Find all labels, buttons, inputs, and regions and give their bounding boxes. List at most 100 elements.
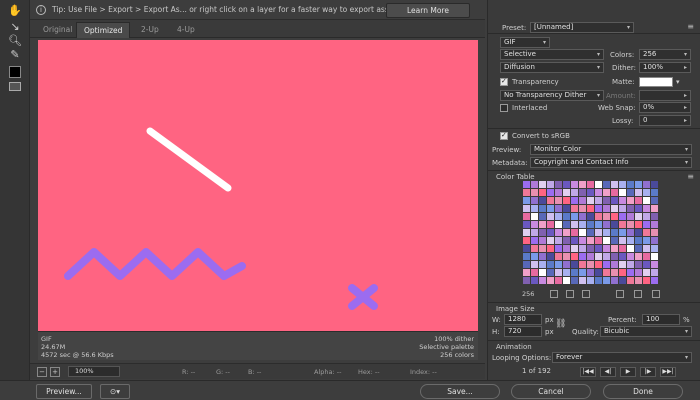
color-swatch[interactable]	[538, 268, 546, 276]
color-swatch[interactable]	[602, 260, 610, 268]
color-swatch[interactable]	[522, 228, 530, 236]
color-swatch[interactable]	[522, 268, 530, 276]
color-swatch[interactable]	[522, 212, 530, 220]
previous-frame-button[interactable]: ◀|	[600, 367, 616, 377]
color-swatch[interactable]	[594, 244, 602, 252]
color-swatch[interactable]	[578, 268, 586, 276]
eyedropper-color-swatch[interactable]	[9, 66, 21, 78]
color-swatch[interactable]	[602, 220, 610, 228]
zoom-level-select[interactable]: 100%	[68, 366, 120, 377]
color-swatch[interactable]	[602, 244, 610, 252]
color-swatch[interactable]	[602, 180, 610, 188]
color-swatch[interactable]	[650, 260, 658, 268]
color-swatch[interactable]	[634, 196, 642, 204]
height-input[interactable]: 720	[504, 326, 542, 337]
color-swatch[interactable]	[530, 252, 538, 260]
color-swatch[interactable]	[602, 212, 610, 220]
interlaced-checkbox[interactable]	[500, 104, 508, 112]
color-swatch[interactable]	[586, 204, 594, 212]
color-swatch[interactable]	[546, 180, 554, 188]
amount-field[interactable]: ▸	[639, 90, 691, 101]
color-swatch[interactable]	[594, 260, 602, 268]
color-swatch[interactable]	[642, 276, 650, 284]
color-swatch[interactable]	[650, 244, 658, 252]
color-swatch[interactable]	[570, 204, 578, 212]
color-swatch[interactable]	[594, 196, 602, 204]
tab-2-up[interactable]: 2-Up	[134, 22, 166, 38]
color-swatch[interactable]	[562, 276, 570, 284]
dither-amount-field[interactable]: 100% ▸	[639, 62, 691, 73]
color-swatch[interactable]	[650, 220, 658, 228]
color-swatch[interactable]	[642, 252, 650, 260]
color-swatch[interactable]	[618, 252, 626, 260]
color-swatch[interactable]	[570, 268, 578, 276]
color-swatch[interactable]	[634, 268, 642, 276]
color-swatch[interactable]	[650, 196, 658, 204]
color-table-grid[interactable]	[522, 180, 660, 284]
color-swatch[interactable]	[530, 236, 538, 244]
color-swatch[interactable]	[522, 252, 530, 260]
image-preview[interactable]	[38, 40, 478, 331]
color-swatch[interactable]	[634, 276, 642, 284]
trash-icon[interactable]	[652, 290, 660, 298]
done-button[interactable]: Done	[603, 384, 683, 399]
color-swatch[interactable]	[538, 180, 546, 188]
slice-select-tool-icon[interactable]: ↘	[7, 20, 23, 34]
color-swatch[interactable]	[546, 268, 554, 276]
color-swatch[interactable]	[626, 220, 634, 228]
color-swatch[interactable]	[634, 260, 642, 268]
percent-input[interactable]: 100	[642, 314, 680, 325]
color-swatch[interactable]	[586, 180, 594, 188]
color-swatch[interactable]	[562, 188, 570, 196]
color-swatch[interactable]	[618, 236, 626, 244]
color-swatch[interactable]	[650, 236, 658, 244]
color-swatch[interactable]	[610, 236, 618, 244]
color-swatch[interactable]	[578, 228, 586, 236]
color-swatch[interactable]	[562, 268, 570, 276]
tab-4-up[interactable]: 4-Up	[170, 22, 202, 38]
color-swatch[interactable]	[554, 236, 562, 244]
color-swatch[interactable]	[570, 228, 578, 236]
color-swatch[interactable]	[578, 188, 586, 196]
zoom-out-button[interactable]: −	[37, 367, 47, 377]
color-swatch[interactable]	[522, 276, 530, 284]
color-swatch[interactable]	[634, 252, 642, 260]
color-swatch[interactable]	[554, 212, 562, 220]
last-frame-button[interactable]: ▶▶|	[660, 367, 676, 377]
color-table-menu-icon[interactable]: ≡	[687, 172, 694, 181]
color-swatch[interactable]	[546, 196, 554, 204]
color-swatch[interactable]	[586, 228, 594, 236]
color-swatch[interactable]	[530, 212, 538, 220]
color-swatch[interactable]	[618, 276, 626, 284]
color-swatch[interactable]	[530, 196, 538, 204]
delete-color-icon[interactable]	[634, 290, 642, 298]
color-swatch[interactable]	[586, 244, 594, 252]
transparency-checkbox[interactable]	[500, 77, 508, 86]
quality-dropdown[interactable]: Bicubic ▾	[600, 326, 692, 337]
color-swatch[interactable]	[610, 260, 618, 268]
color-swatch[interactable]	[634, 236, 642, 244]
learn-more-button[interactable]: Learn More	[386, 3, 470, 18]
color-swatch[interactable]	[578, 252, 586, 260]
color-swatch[interactable]	[562, 236, 570, 244]
color-swatch[interactable]	[538, 188, 546, 196]
zoom-in-button[interactable]: +	[50, 367, 60, 377]
convert-srgb-checkbox[interactable]	[500, 131, 508, 140]
color-swatch[interactable]	[618, 244, 626, 252]
color-swatch[interactable]	[554, 196, 562, 204]
color-swatch[interactable]	[634, 228, 642, 236]
color-swatch[interactable]	[538, 252, 546, 260]
matte-color-swatch[interactable]	[639, 77, 673, 87]
color-swatch[interactable]	[546, 244, 554, 252]
color-swatch[interactable]	[642, 228, 650, 236]
color-swatch[interactable]	[562, 204, 570, 212]
color-swatch[interactable]	[554, 252, 562, 260]
color-swatch[interactable]	[562, 260, 570, 268]
toggle-slices-visibility-icon[interactable]	[9, 82, 21, 91]
color-swatch[interactable]	[618, 268, 626, 276]
color-swatch[interactable]	[618, 196, 626, 204]
color-swatch[interactable]	[578, 212, 586, 220]
colors-dropdown[interactable]: 256 ▾	[639, 49, 691, 60]
color-swatch[interactable]	[626, 188, 634, 196]
color-swatch[interactable]	[530, 260, 538, 268]
